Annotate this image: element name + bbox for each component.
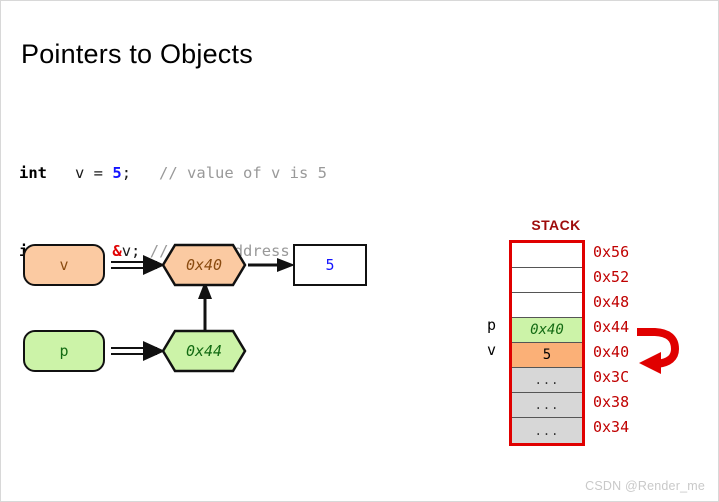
- arrow-addr-to-value: [248, 258, 295, 272]
- arrow-p-to-addr: [111, 341, 165, 361]
- stack-title: STACK: [531, 217, 581, 233]
- code-terminator-1: ;: [121, 164, 132, 182]
- var-box-p-label: p: [59, 342, 69, 360]
- stack-address-label: 0x38: [593, 393, 630, 411]
- stack-address-label: 0x40: [593, 343, 630, 361]
- value-box-5-label: 5: [325, 256, 335, 274]
- stack-address-label: 0x56: [593, 243, 630, 261]
- table-row[interactable]: 0x40: [512, 318, 582, 343]
- watermark: CSDN @Render_me: [585, 479, 705, 493]
- stack-table: 0x40 5 ... ... ...: [509, 240, 585, 446]
- table-row[interactable]: ...: [512, 418, 582, 443]
- code-comment-1: // value of v is 5: [159, 164, 328, 182]
- stack-address-label: 0x44: [593, 318, 630, 336]
- var-box-v-label: v: [59, 256, 69, 274]
- table-row[interactable]: [512, 293, 582, 318]
- pointer-diagram: v 0x40 5 p 0x44: [15, 233, 375, 383]
- stack-cell-value: ...: [534, 423, 560, 438]
- code-decl-v: v =: [65, 164, 113, 182]
- table-row[interactable]: ...: [512, 393, 582, 418]
- code-number-5: 5: [112, 164, 122, 182]
- code-gap-1: [47, 164, 66, 182]
- var-box-v[interactable]: v: [23, 244, 105, 286]
- stack-cell-value: 0x40: [530, 322, 564, 338]
- var-box-p[interactable]: p: [23, 330, 105, 372]
- table-row[interactable]: [512, 243, 582, 268]
- table-row[interactable]: [512, 268, 582, 293]
- table-row[interactable]: 5: [512, 343, 582, 368]
- arrow-v-to-addr: [111, 255, 165, 275]
- stack-address-label: 0x34: [593, 418, 630, 436]
- curved-arrow-icon: [637, 328, 680, 374]
- stack-side-label-v: v: [487, 341, 497, 359]
- page-title: Pointers to Objects: [21, 39, 253, 69]
- value-box-5[interactable]: 5: [293, 244, 367, 286]
- stack-side-label-p: p: [487, 316, 497, 334]
- table-row[interactable]: ...: [512, 368, 582, 393]
- hexagon-address-0x44[interactable]: 0x44: [161, 329, 247, 373]
- hexagon-address-0x40-label: 0x40: [185, 256, 223, 274]
- stack-address-label: 0x3C: [593, 368, 630, 386]
- stack-address-label: 0x48: [593, 293, 630, 311]
- hexagon-address-0x44-label: 0x44: [185, 342, 223, 360]
- stack-diagram: STACK 0x40 5 ... ... ... p v 0x56 0x52 0…: [471, 217, 711, 467]
- stack-cell-value: ...: [534, 373, 560, 387]
- stack-cell-value: ...: [534, 398, 560, 412]
- hexagon-address-0x40[interactable]: 0x40: [161, 243, 247, 287]
- stack-cell-value: 5: [542, 347, 552, 363]
- stack-address-label: 0x52: [593, 268, 630, 286]
- code-spacing-1: [131, 164, 159, 182]
- code-keyword-int: int: [19, 164, 47, 182]
- code-line-1: int v = 5; // value of v is 5: [19, 160, 336, 186]
